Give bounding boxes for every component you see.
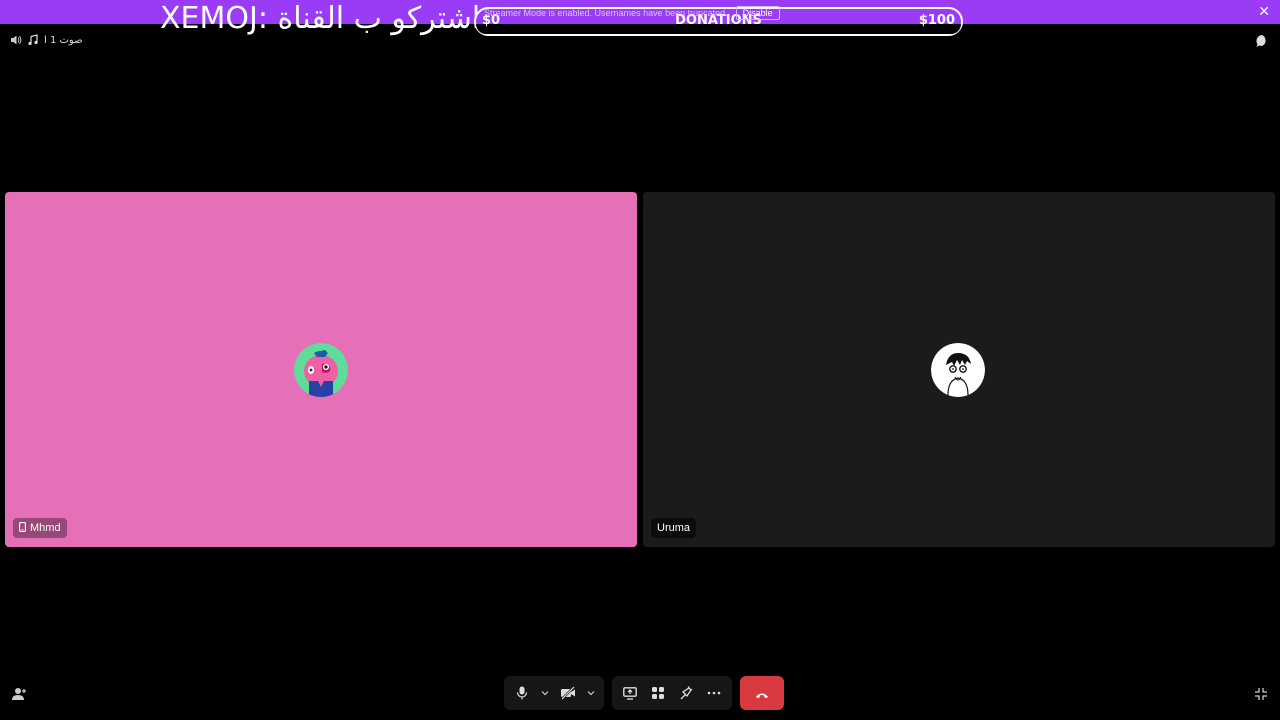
microphone-icon[interactable] (510, 681, 534, 705)
donation-max-label: $100 (918, 13, 955, 28)
disable-streamer-mode-button[interactable]: Disable (735, 6, 780, 20)
chevron-down-icon[interactable] (538, 681, 552, 705)
avatar (931, 343, 985, 397)
participant-name: Uruma (657, 522, 691, 534)
participant-tile-mhmd[interactable]: Mhmd (5, 192, 637, 547)
voice-call-window: ✕ XEMOJ: اشتركو ب القناة $0 DONATIONS $1… (0, 0, 1280, 720)
streamer-mode-message: Streamer Mode is enabled. Usernames have… (484, 8, 728, 18)
exit-fullscreen-icon[interactable] (1252, 685, 1270, 703)
actions-group (612, 676, 732, 710)
participant-name-tag: Mhmd (13, 518, 67, 538)
chat-bubble-icon[interactable] (1255, 33, 1269, 52)
screen-share-icon[interactable] (618, 681, 642, 705)
avatar (294, 343, 348, 397)
participant-name: Mhmd (30, 522, 61, 534)
participant-name-tag: Uruma (651, 518, 697, 538)
music-note-icon (28, 34, 38, 46)
camera-off-icon[interactable] (556, 681, 580, 705)
chevron-down-icon[interactable] (584, 681, 598, 705)
speaker-icon[interactable] (10, 34, 22, 46)
mobile-phone-icon (19, 521, 26, 535)
voice-channel-header: صوت 1 ا (10, 33, 83, 47)
channel-name: صوت 1 ا (44, 34, 83, 46)
audio-video-group (504, 676, 604, 710)
participant-tile-uruma[interactable]: Uruma (643, 192, 1275, 547)
banner-close-icon[interactable]: ✕ (1258, 4, 1270, 20)
streamer-mode-notice: Streamer Mode is enabled. Usernames have… (484, 5, 780, 21)
more-dots-icon[interactable] (702, 681, 726, 705)
call-controls (504, 676, 784, 710)
phone-hangup-icon (755, 684, 769, 703)
invite-user-icon[interactable] (10, 685, 28, 703)
disconnect-button[interactable] (740, 676, 784, 710)
stream-overlay-text: XEMOJ: اشتركو ب القناة (160, 1, 481, 36)
soundboard-icon[interactable] (674, 681, 698, 705)
activities-icon[interactable] (646, 681, 670, 705)
